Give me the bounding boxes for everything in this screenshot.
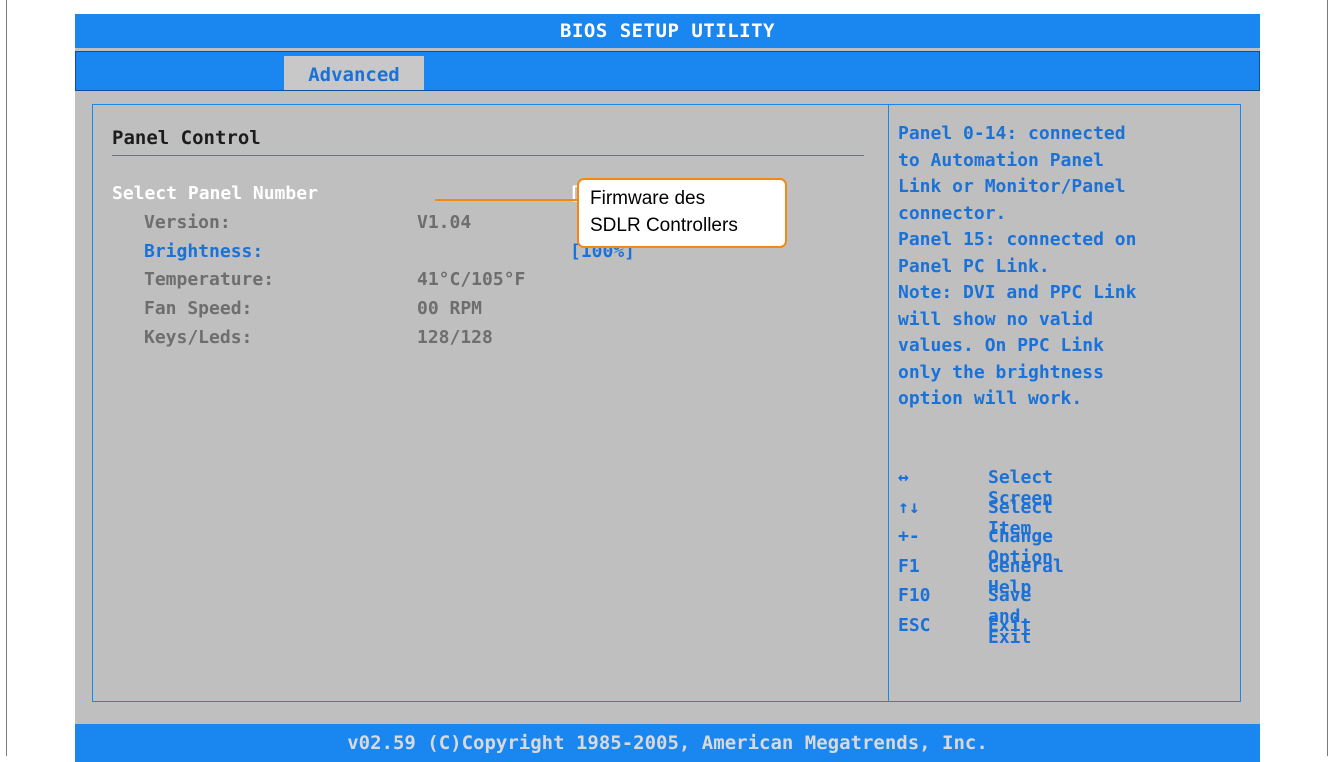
- key-plus-minus: +-: [898, 526, 920, 547]
- section-title: Panel Control: [112, 127, 261, 149]
- key-desc: Exit: [988, 614, 1032, 636]
- help-line: connector.: [898, 202, 1007, 224]
- fan-speed-label: Fan Speed:: [144, 298, 253, 319]
- help-line: to Automation Panel: [898, 149, 1104, 171]
- callout-line-2: SDLR Controllers: [590, 215, 738, 236]
- up-down-arrow-icon: ↑↓: [898, 496, 920, 518]
- temperature-value: 41°C/105°F: [417, 269, 526, 290]
- temperature-label: Temperature:: [144, 269, 275, 290]
- help-line: Panel PC Link.: [898, 255, 1050, 277]
- select-panel-number-label[interactable]: Select Panel Number: [112, 183, 318, 204]
- title-bar: BIOS SETUP UTILITY: [75, 14, 1260, 48]
- bios-screen: BIOS SETUP UTILITY Advanced Panel Contro…: [75, 14, 1260, 762]
- help-line: Panel 0-14: connected: [898, 123, 1126, 144]
- version-value: V1.04: [417, 212, 472, 233]
- version-label: Version:: [144, 212, 231, 233]
- tab-bar: Advanced: [75, 51, 1260, 91]
- keys-leds-label: Keys/Leds:: [144, 327, 253, 348]
- help-text: Panel 0-14: connected to Automation Pane…: [898, 121, 1238, 413]
- fan-speed-value: 00 RPM: [417, 298, 483, 319]
- footer-copyright: v02.59 (C)Copyright 1985-2005, American …: [75, 724, 1260, 762]
- callout-leader-line: [435, 199, 577, 201]
- key-f1: F1: [898, 555, 920, 577]
- callout-annotation: Firmware des SDLR Controllers: [577, 178, 787, 248]
- callout-line-1: Firmware des: [590, 188, 706, 209]
- key-esc: ESC: [898, 614, 931, 636]
- tab-advanced[interactable]: Advanced: [284, 56, 424, 90]
- help-line: Note: DVI and PPC Link: [898, 282, 1137, 303]
- help-line: will show no valid: [898, 308, 1094, 330]
- help-line: only the brightness: [898, 361, 1104, 383]
- help-line: values. On PPC Link: [898, 335, 1104, 356]
- keys-leds-value: 128/128: [417, 327, 493, 348]
- left-right-arrow-icon: ↔: [898, 467, 909, 488]
- key-f10: F10: [898, 585, 931, 606]
- help-line: Panel 15: connected on: [898, 229, 1137, 250]
- help-line: Link or Monitor/Panel: [898, 176, 1126, 197]
- help-line: option will work.: [898, 388, 1083, 409]
- brightness-label[interactable]: Brightness:: [144, 241, 263, 262]
- section-divider: [112, 155, 864, 156]
- help-panel: Panel 0-14: connected to Automation Pane…: [887, 104, 1241, 702]
